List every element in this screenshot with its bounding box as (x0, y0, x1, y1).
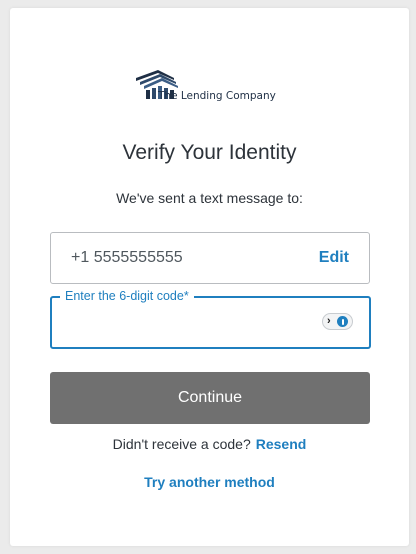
phone-display: +1 5555555555 Edit (50, 232, 370, 284)
company-logo: The Lending Company (134, 66, 284, 112)
try-another-method-link[interactable]: Try another method (10, 474, 409, 490)
edit-phone-link[interactable]: Edit (319, 249, 349, 267)
resend-link[interactable]: Resend (256, 436, 307, 452)
info-dot-icon (337, 316, 348, 327)
resend-prompt: Didn't receive a code? (112, 436, 251, 452)
resend-row: Didn't receive a code? Resend (10, 436, 409, 452)
company-name: The Lending Company (158, 90, 276, 102)
page-subtitle: We've sent a text message to: (116, 190, 303, 206)
password-manager-icon[interactable]: › (322, 313, 353, 330)
code-field-label: Enter the 6-digit code* (60, 289, 194, 303)
code-input[interactable] (64, 310, 318, 334)
continue-button[interactable]: Continue (50, 372, 370, 424)
phone-number: +1 5555555555 (71, 249, 183, 266)
page-title: Verify Your Identity (122, 141, 297, 164)
code-field[interactable]: Enter the 6-digit code* › (50, 289, 371, 349)
verification-card: The Lending Company Verify Your Identity… (10, 8, 409, 546)
chevron-right-icon: › (327, 315, 331, 327)
